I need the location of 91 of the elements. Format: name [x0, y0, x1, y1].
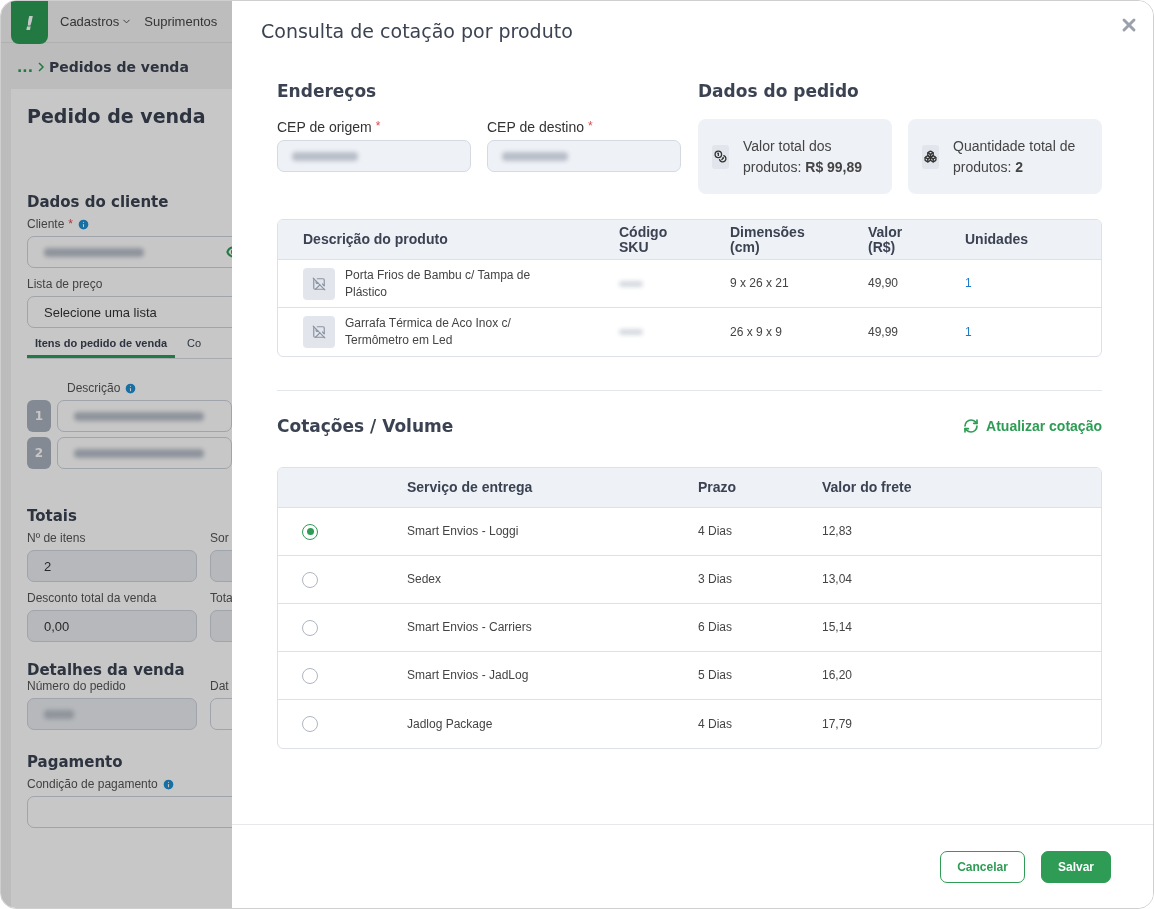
table-cell-text: 17,79 — [822, 715, 854, 733]
breadcrumb-separator-icon — [36, 62, 45, 72]
total-field[interactable]: 0,00 — [27, 610, 197, 642]
blurred-value — [619, 280, 643, 287]
payment-condition-field[interactable] — [27, 796, 232, 828]
field-label: Dat — [210, 679, 229, 693]
section-heading: Endereços — [277, 81, 378, 101]
table-cell-text: 1 — [965, 275, 973, 292]
section-heading: Pagamento — [27, 753, 124, 771]
table-cell-text: 1 — [965, 323, 973, 341]
required-mark: * — [588, 119, 593, 135]
section-heading: Totais — [27, 507, 78, 525]
table-cell-text: 49,99 — [868, 323, 900, 341]
description-field[interactable] — [56, 437, 232, 469]
column-header: Prazo — [698, 480, 738, 495]
table-cell-text: 12,83 — [822, 523, 854, 540]
column-header: Unidades — [965, 232, 1029, 247]
field-label: Número do pedido — [27, 679, 126, 693]
field-label: Sor — [210, 531, 229, 545]
table-cell-text: Smart Envios - Carriers — [407, 619, 533, 636]
field-label: Desconto total da venda — [27, 591, 157, 605]
section-heading: Cotações / Volume — [277, 416, 454, 436]
table-cell-text: 16,20 — [822, 667, 854, 684]
coins-icon — [712, 144, 729, 169]
section-heading: Detalhes da venda — [27, 661, 186, 679]
field-label: Cliente — [27, 217, 65, 231]
table-cell-text: 4 Dias — [698, 523, 733, 540]
refresh-quote-button[interactable]: Atualizar cotação — [963, 418, 1102, 434]
field-label: Nº de itens — [27, 531, 86, 545]
image-placeholder-icon — [303, 316, 335, 348]
table-cell-text: Smart Envios - Loggi — [407, 523, 520, 540]
table-cell-text: 13,04 — [822, 571, 854, 588]
blurred-value — [619, 329, 643, 335]
required-mark: * — [68, 217, 74, 231]
client-field[interactable] — [27, 236, 232, 268]
table-cell-text: 6 Dias — [698, 619, 733, 636]
cancel-button[interactable]: Cancelar — [940, 850, 1025, 883]
product-description: Garrafa Térmica de Aco Inox c/ Termômetro em Led — [345, 315, 512, 349]
tab[interactable]: Itens do pedido de venda — [27, 337, 176, 358]
info-icon[interactable] — [124, 381, 138, 395]
table-cell-text: 15,14 — [822, 619, 854, 636]
table-cell-text: 4 Dias — [698, 715, 733, 733]
info-icon[interactable] — [77, 217, 91, 231]
table-cell-text: 5 Dias — [698, 667, 733, 684]
nav-menu-item[interactable]: Suprimentos — [144, 1, 218, 41]
product-description: Porta Frios de Bambu c/ Tampa de Plástico — [345, 266, 532, 301]
refresh-icon — [963, 418, 980, 434]
total-field[interactable]: 2 — [27, 550, 197, 582]
field-label: CEP de origem — [277, 119, 372, 135]
section-heading: Dados do cliente — [27, 193, 170, 211]
item-number: 2 — [27, 437, 51, 469]
save-button[interactable]: Salvar — [1041, 850, 1111, 883]
item-number: 1 — [27, 400, 51, 432]
section-heading: Dados do pedido — [698, 81, 860, 101]
page-title: Pedido de venda — [27, 105, 207, 127]
boxes-icon — [922, 144, 939, 169]
nav-menu-item[interactable]: Cadastros — [60, 1, 133, 41]
column-header: Valor do frete — [822, 480, 913, 495]
dialog-title: Consulta de cotação por produto — [261, 20, 573, 44]
column-header: Código SKU — [619, 224, 669, 255]
summary-text: Valor total dos produtos: R$ 99,89 — [743, 136, 864, 177]
blurred-value — [502, 151, 568, 161]
required-mark: * — [375, 119, 381, 135]
table-cell-text: 3 Dias — [698, 571, 733, 588]
summary-text: Quantidade total de produtos: 2 — [953, 136, 1077, 177]
field-label: Condição de pagamento — [27, 777, 158, 791]
info-icon[interactable] — [161, 777, 175, 791]
cep-field[interactable] — [277, 140, 471, 172]
description-field[interactable] — [56, 400, 232, 432]
column-header: Descrição do produto — [303, 232, 449, 247]
column-header: Valor (R$) — [868, 224, 904, 255]
table-cell-text: 26 x 9 x 9 — [730, 323, 784, 341]
blurred-value — [292, 151, 358, 161]
table-cell-text: Jadlog Package — [407, 715, 494, 733]
blurred-value — [44, 709, 74, 719]
column-label: Descrição — [67, 381, 121, 395]
field-label: Lista de preço — [27, 277, 103, 291]
breadcrumb-current: Pedidos de venda — [48, 59, 189, 75]
field-label: Tota — [210, 591, 232, 605]
field-label: CEP de destino — [487, 119, 585, 135]
table-cell-text: Sedex — [407, 571, 443, 588]
table-cell-text: Smart Envios - JadLog — [407, 667, 530, 684]
tab[interactable]: Co — [179, 337, 210, 358]
table-cell-text: 9 x 26 x 21 — [730, 275, 790, 292]
column-header: Dimensões (cm) — [730, 224, 806, 255]
price-list-select[interactable]: Selecione uma lista — [27, 296, 232, 328]
column-header: Serviço de entrega — [407, 480, 534, 495]
image-placeholder-icon — [303, 267, 335, 300]
cep-field[interactable] — [487, 140, 681, 172]
order-number-field[interactable] — [27, 698, 197, 730]
table-cell-text: 49,90 — [868, 275, 900, 292]
